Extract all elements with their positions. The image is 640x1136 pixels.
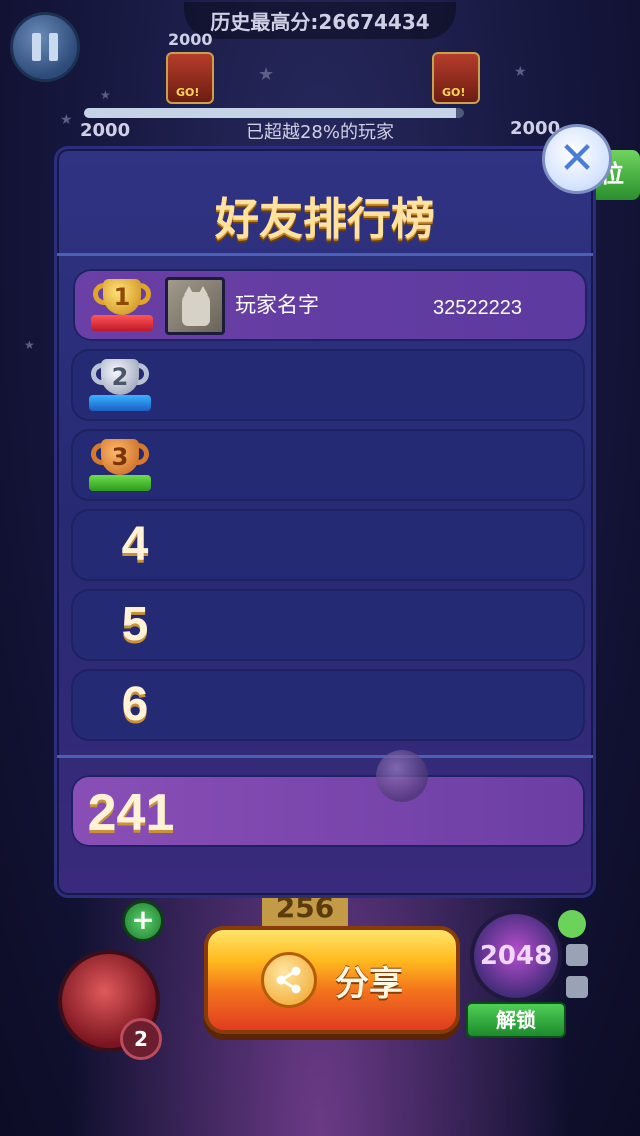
my-rank-number: 241 bbox=[87, 784, 175, 842]
lock-icon bbox=[566, 976, 588, 998]
leaderboard-title: 好友排行榜 bbox=[215, 194, 435, 245]
opponent-avatar bbox=[166, 52, 214, 104]
share-button[interactable]: 分享 bbox=[204, 926, 460, 1034]
star-decoration: ★ bbox=[100, 88, 111, 102]
pause-icon bbox=[32, 33, 41, 61]
divider bbox=[57, 253, 593, 256]
share-icon bbox=[261, 952, 317, 1008]
opponent-avatar bbox=[432, 52, 480, 104]
star-decoration: ★ bbox=[514, 64, 527, 80]
star-decoration: ★ bbox=[24, 338, 35, 352]
leaderboard-row: 4 bbox=[71, 509, 585, 581]
my-rank-row: 241 bbox=[71, 775, 585, 847]
close-icon: ✕ bbox=[558, 133, 596, 184]
score-progress-fill bbox=[84, 108, 457, 118]
divider bbox=[57, 755, 593, 758]
top-hud: 历史最高分:26674434 bbox=[0, 0, 640, 40]
leaderboard-row: 1 玩家名字 32522223 bbox=[73, 269, 587, 341]
player-avatar bbox=[165, 277, 225, 335]
beaten-players-text: 已超越28%的玩家 bbox=[245, 122, 394, 143]
rank-number: 5 bbox=[121, 598, 149, 651]
player-score: 32522223 bbox=[433, 297, 522, 319]
close-button[interactable]: ✕ bbox=[542, 124, 612, 194]
pause-icon bbox=[49, 33, 58, 61]
locked-2048-gem[interactable]: 2048 bbox=[470, 910, 562, 1002]
score-progress-bar bbox=[84, 108, 464, 118]
leaderboard-row: 2 bbox=[71, 349, 585, 421]
add-gem-button[interactable]: + bbox=[122, 900, 164, 942]
gem-count-badge: 2 bbox=[120, 1018, 162, 1060]
lock-icon bbox=[566, 944, 588, 966]
next-score-label: 2000 bbox=[168, 30, 213, 49]
leaderboard-row: 6 bbox=[71, 669, 585, 741]
high-score-label: 历史最高分:26674434 bbox=[184, 1, 456, 39]
silver-trophy-icon: 2 bbox=[85, 355, 155, 417]
leaderboard-row: 3 bbox=[71, 429, 585, 501]
friends-leaderboard-modal: 好友排行榜 1 玩家名字 32522223 2 3 4 5 6 241 bbox=[54, 146, 596, 898]
rank-number: 4 bbox=[121, 518, 149, 571]
pause-button[interactable] bbox=[10, 12, 80, 82]
rank-number: 6 bbox=[121, 678, 149, 731]
planet-decoration bbox=[376, 750, 428, 802]
share-label: 分享 bbox=[335, 963, 403, 1004]
leaderboard-row: 5 bbox=[71, 589, 585, 661]
player-name: 玩家名字 bbox=[235, 293, 319, 317]
gold-trophy-icon: 1 bbox=[87, 275, 157, 337]
status-dot bbox=[558, 910, 586, 938]
bronze-trophy-icon: 3 bbox=[85, 435, 155, 497]
star-decoration: ★ bbox=[258, 64, 275, 85]
unlock-button[interactable]: 解锁 bbox=[466, 1002, 566, 1038]
